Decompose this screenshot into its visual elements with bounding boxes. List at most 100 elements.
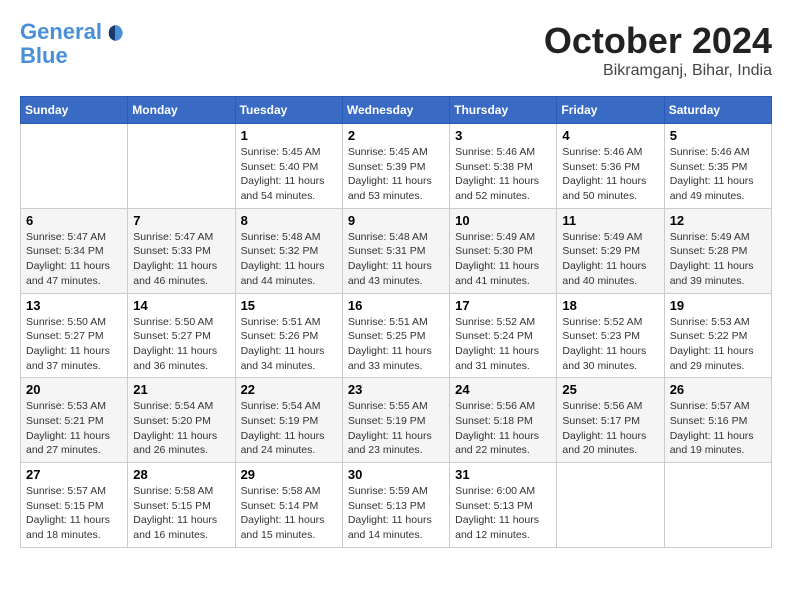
calendar-cell: 17Sunrise: 5:52 AM Sunset: 5:24 PM Dayli… — [450, 293, 557, 378]
month-title: October 2024 — [544, 20, 772, 62]
calendar-cell: 27 Sunrise: 5:57 AM Sunset: 5:15 PM Dayli… — [21, 463, 128, 548]
logo-text: General — [20, 20, 126, 44]
calendar-cell: 12Sunrise: 5:49 AM Sunset: 5:28 PM Dayli… — [664, 208, 771, 293]
day-info: Sunrise: 5:57 AM Sunset: 5:16 PM Dayligh… — [670, 399, 766, 458]
day-number: 18 — [562, 298, 658, 313]
day-info: Sunrise: 5:52 AM Sunset: 5:24 PM Dayligh… — [455, 315, 551, 374]
day-info: Sunrise: 5:51 AM Sunset: 5:25 PM Dayligh… — [348, 315, 444, 374]
weekday-header-row: SundayMondayTuesdayWednesdayThursdayFrid… — [21, 97, 772, 124]
day-number: 20 — [26, 382, 122, 397]
day-info: Sunrise: 5:45 AM Sunset: 5:40 PM Dayligh… — [241, 145, 337, 204]
day-info: Sunrise: 5:54 AM Sunset: 5:20 PM Dayligh… — [133, 399, 229, 458]
day-number: 24 — [455, 382, 551, 397]
day-info: Sunrise: 5:56 AM Sunset: 5:18 PM Dayligh… — [455, 399, 551, 458]
day-info: Sunrise: 5:58 AM Sunset: 5:14 PM Dayligh… — [241, 484, 337, 543]
calendar-cell: 13Sunrise: 5:50 AM Sunset: 5:27 PM Dayli… — [21, 293, 128, 378]
calendar-week-row: 1Sunrise: 5:45 AM Sunset: 5:40 PM Daylig… — [21, 124, 772, 209]
day-info: Sunrise: 5:51 AM Sunset: 5:26 PM Dayligh… — [241, 315, 337, 374]
calendar-cell: 31 Sunrise: 6:00 AM Sunset: 5:13 PM Dayli… — [450, 463, 557, 548]
day-number: 19 — [670, 298, 766, 313]
calendar-cell: 26 Sunrise: 5:57 AM Sunset: 5:16 PM Dayli… — [664, 378, 771, 463]
weekday-header-cell: Thursday — [450, 97, 557, 124]
calendar-cell: 19 Sunrise: 5:53 AM Sunset: 5:22 PM Dayli… — [664, 293, 771, 378]
day-info: Sunrise: 5:56 AM Sunset: 5:17 PM Dayligh… — [562, 399, 658, 458]
day-number: 28 — [133, 467, 229, 482]
day-info: Sunrise: 5:46 AM Sunset: 5:35 PM Dayligh… — [670, 145, 766, 204]
day-info: Sunrise: 5:53 AM Sunset: 5:21 PM Dayligh… — [26, 399, 122, 458]
day-info: Sunrise: 5:52 AM Sunset: 5:23 PM Dayligh… — [562, 315, 658, 374]
day-info: Sunrise: 5:49 AM Sunset: 5:30 PM Dayligh… — [455, 230, 551, 289]
day-number: 14 — [133, 298, 229, 313]
day-info: Sunrise: 5:47 AM Sunset: 5:33 PM Dayligh… — [133, 230, 229, 289]
day-number: 3 — [455, 128, 551, 143]
calendar-cell: 6 Sunrise: 5:47 AM Sunset: 5:34 PM Daylig… — [21, 208, 128, 293]
day-number: 2 — [348, 128, 444, 143]
title-block: October 2024 Bikramganj, Bihar, India — [544, 20, 772, 80]
calendar-week-row: 27 Sunrise: 5:57 AM Sunset: 5:15 PM Dayli… — [21, 463, 772, 548]
day-number: 29 — [241, 467, 337, 482]
day-info: Sunrise: 5:48 AM Sunset: 5:32 PM Dayligh… — [241, 230, 337, 289]
calendar-cell: 4Sunrise: 5:46 AM Sunset: 5:36 PM Daylig… — [557, 124, 664, 209]
weekday-header-cell: Friday — [557, 97, 664, 124]
calendar-table: SundayMondayTuesdayWednesdayThursdayFrid… — [20, 96, 772, 548]
day-number: 23 — [348, 382, 444, 397]
calendar-week-row: 13Sunrise: 5:50 AM Sunset: 5:27 PM Dayli… — [21, 293, 772, 378]
calendar-cell: 15 Sunrise: 5:51 AM Sunset: 5:26 PM Dayli… — [235, 293, 342, 378]
calendar-week-row: 20 Sunrise: 5:53 AM Sunset: 5:21 PM Dayli… — [21, 378, 772, 463]
day-info: Sunrise: 5:58 AM Sunset: 5:15 PM Dayligh… — [133, 484, 229, 543]
weekday-header-cell: Saturday — [664, 97, 771, 124]
calendar-cell: 8 Sunrise: 5:48 AM Sunset: 5:32 PM Daylig… — [235, 208, 342, 293]
day-info: Sunrise: 5:55 AM Sunset: 5:19 PM Dayligh… — [348, 399, 444, 458]
day-number: 7 — [133, 213, 229, 228]
weekday-header-cell: Monday — [128, 97, 235, 124]
day-number: 21 — [133, 382, 229, 397]
day-info: Sunrise: 5:46 AM Sunset: 5:38 PM Dayligh… — [455, 145, 551, 204]
day-info: Sunrise: 5:50 AM Sunset: 5:27 PM Dayligh… — [133, 315, 229, 374]
calendar-cell: 11Sunrise: 5:49 AM Sunset: 5:29 PM Dayli… — [557, 208, 664, 293]
day-number: 26 — [670, 382, 766, 397]
calendar-cell: 22Sunrise: 5:54 AM Sunset: 5:19 PM Dayli… — [235, 378, 342, 463]
calendar-week-row: 6 Sunrise: 5:47 AM Sunset: 5:34 PM Daylig… — [21, 208, 772, 293]
day-info: Sunrise: 5:57 AM Sunset: 5:15 PM Dayligh… — [26, 484, 122, 543]
weekday-header-cell: Sunday — [21, 97, 128, 124]
location: Bikramganj, Bihar, India — [544, 62, 772, 80]
day-number: 31 — [455, 467, 551, 482]
day-number: 22 — [241, 382, 337, 397]
day-info: Sunrise: 5:59 AM Sunset: 5:13 PM Dayligh… — [348, 484, 444, 543]
calendar-cell: 29 Sunrise: 5:58 AM Sunset: 5:14 PM Dayli… — [235, 463, 342, 548]
calendar-cell — [664, 463, 771, 548]
calendar-cell — [128, 124, 235, 209]
day-info: Sunrise: 5:50 AM Sunset: 5:27 PM Dayligh… — [26, 315, 122, 374]
day-info: Sunrise: 5:45 AM Sunset: 5:39 PM Dayligh… — [348, 145, 444, 204]
day-number: 8 — [241, 213, 337, 228]
calendar-cell: 24 Sunrise: 5:56 AM Sunset: 5:18 PM Dayli… — [450, 378, 557, 463]
calendar-cell: 7 Sunrise: 5:47 AM Sunset: 5:33 PM Daylig… — [128, 208, 235, 293]
calendar-cell: 2 Sunrise: 5:45 AM Sunset: 5:39 PM Daylig… — [342, 124, 449, 209]
day-number: 12 — [670, 213, 766, 228]
calendar-cell: 1Sunrise: 5:45 AM Sunset: 5:40 PM Daylig… — [235, 124, 342, 209]
calendar-cell: 20 Sunrise: 5:53 AM Sunset: 5:21 PM Dayli… — [21, 378, 128, 463]
calendar-cell: 28 Sunrise: 5:58 AM Sunset: 5:15 PM Dayli… — [128, 463, 235, 548]
calendar-cell: 9Sunrise: 5:48 AM Sunset: 5:31 PM Daylig… — [342, 208, 449, 293]
day-info: Sunrise: 6:00 AM Sunset: 5:13 PM Dayligh… — [455, 484, 551, 543]
day-number: 5 — [670, 128, 766, 143]
logo: General Blue — [20, 20, 126, 68]
day-number: 16 — [348, 298, 444, 313]
calendar-cell: 10Sunrise: 5:49 AM Sunset: 5:30 PM Dayli… — [450, 208, 557, 293]
day-info: Sunrise: 5:46 AM Sunset: 5:36 PM Dayligh… — [562, 145, 658, 204]
weekday-header-cell: Tuesday — [235, 97, 342, 124]
day-number: 6 — [26, 213, 122, 228]
day-number: 9 — [348, 213, 444, 228]
calendar-cell: 14 Sunrise: 5:50 AM Sunset: 5:27 PM Dayli… — [128, 293, 235, 378]
day-info: Sunrise: 5:49 AM Sunset: 5:29 PM Dayligh… — [562, 230, 658, 289]
day-number: 27 — [26, 467, 122, 482]
calendar-cell: 3 Sunrise: 5:46 AM Sunset: 5:38 PM Daylig… — [450, 124, 557, 209]
day-number: 15 — [241, 298, 337, 313]
day-info: Sunrise: 5:53 AM Sunset: 5:22 PM Dayligh… — [670, 315, 766, 374]
logo-blue: Blue — [20, 44, 126, 68]
calendar-cell: 25Sunrise: 5:56 AM Sunset: 5:17 PM Dayli… — [557, 378, 664, 463]
day-info: Sunrise: 5:47 AM Sunset: 5:34 PM Dayligh… — [26, 230, 122, 289]
calendar-cell — [557, 463, 664, 548]
calendar-body: 1Sunrise: 5:45 AM Sunset: 5:40 PM Daylig… — [21, 124, 772, 548]
day-number: 30 — [348, 467, 444, 482]
